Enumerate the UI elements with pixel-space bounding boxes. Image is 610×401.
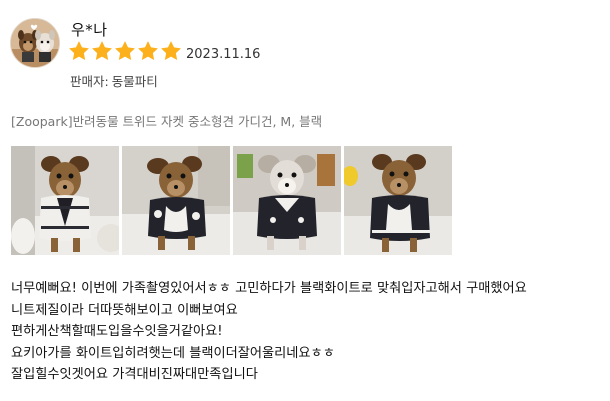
review-photo-2[interactable]: [122, 146, 230, 255]
review-photo-4[interactable]: [344, 146, 452, 255]
star-icon: [91, 40, 113, 66]
seller-info: 판매자: 동물파티: [70, 71, 158, 90]
seller-name: 동물파티: [111, 74, 158, 89]
review-text-line: 니트제질이라 더따뜻해보이고 이뻐보여요: [11, 302, 238, 318]
review-body: 너무예뻐요! 이번에 가족촬영있어서ㅎㅎ 고민하다가 블랙화이트로 맞춰입자고해…: [11, 278, 609, 386]
review-text-line: 요키아가를 화이트입히려햇는데 블랙이더잘어울리네요ㅎㅎ: [11, 345, 335, 361]
reviewer-name: 우*나: [71, 21, 108, 39]
review-photos: [11, 146, 452, 255]
review-photo-1[interactable]: [11, 146, 119, 255]
review-text-line: 편하게산책할때도입을수잇을거같아요!: [11, 324, 223, 340]
reviewer-avatar: [10, 18, 60, 68]
star-rating: [68, 40, 182, 66]
star-icon: [114, 40, 136, 66]
dog-avatar-icon: [11, 19, 59, 67]
review-text-line: 너무예뻐요! 이번에 가족촬영있어서ㅎㅎ 고민하다가 블랙화이트로 맞춰입자고해…: [11, 281, 527, 296]
star-icon: [137, 40, 159, 66]
review-text-line: 잘입힐수잇겟어요 가격대비진짜대만족입니다: [11, 367, 258, 383]
seller-label: 판매자:: [70, 74, 109, 89]
review-card: 우*나 2023.11.16 판매자: 동물파티 [Zoopark]반려동물 트위…: [0, 0, 610, 401]
review-photo-3[interactable]: [233, 146, 341, 255]
star-icon: [160, 40, 182, 66]
product-name: [Zoopark]반려동물 트위드 자켓 중소형견 가디건, M, 블랙: [11, 114, 323, 129]
review-date: 2023.11.16: [186, 47, 261, 62]
star-icon: [68, 40, 90, 66]
